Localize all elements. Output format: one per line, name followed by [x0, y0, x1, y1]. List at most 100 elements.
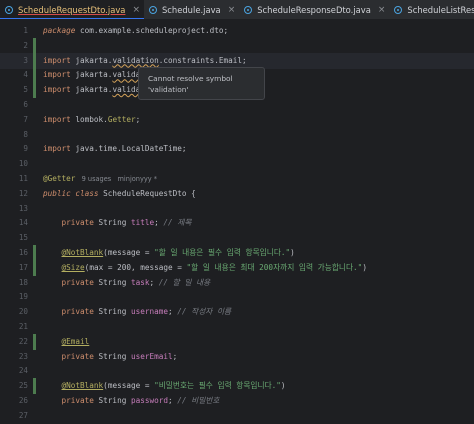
line-number: 20 — [18, 307, 28, 317]
line-number: 21 — [18, 322, 28, 331]
code-token: max — [89, 262, 104, 272]
code-line[interactable]: 25 @NotBlank(message = "비밀번호는 필수 입력 항목입니… — [0, 378, 474, 395]
line-number: 1 — [23, 26, 28, 35]
java-class-icon — [244, 5, 253, 14]
close-icon[interactable]: × — [378, 5, 386, 15]
vcs-change-marker[interactable] — [33, 378, 36, 395]
code-token: validation — [112, 55, 159, 65]
code-text: import jakarta.validat — [43, 82, 145, 98]
code-line[interactable]: 27 — [0, 408, 474, 424]
code-line[interactable]: 20 private String username; // 작성자 이름 — [0, 304, 474, 320]
code-text: package com.example.scheduleproject.dto; — [43, 23, 228, 39]
code-token: ScheduleRequestDto { — [98, 188, 196, 198]
code-token: = — [172, 262, 187, 272]
line-number: 14 — [18, 218, 28, 228]
code-line[interactable]: 10 — [0, 156, 474, 172]
editor-tab[interactable]: ScheduleRequestDto.java × — [0, 0, 144, 19]
code-text: public class ScheduleRequestDto { — [43, 186, 196, 202]
code-token: private — [61, 351, 94, 361]
code-token: private — [61, 277, 94, 287]
code-line[interactable]: 9 import java.time.LocalDateTime; — [0, 141, 474, 157]
tooltip-line-1: Cannot resolve symbol — [148, 74, 233, 83]
code-token: lombok. — [70, 114, 108, 124]
tooltip-line-2: 'validation' — [148, 85, 189, 94]
line-number: 16 — [18, 248, 28, 257]
code-line[interactable]: 14 private String title; // 제목 — [0, 215, 474, 231]
editor-tab[interactable]: ScheduleListResponseDto.java× — [389, 0, 474, 19]
code-token: String — [93, 351, 131, 361]
code-line[interactable]: 11 @Getter 9 usages minjonyyy * — [0, 171, 474, 187]
vcs-change-marker[interactable] — [33, 245, 36, 261]
line-number: 22 — [18, 336, 28, 346]
code-token: = — [140, 381, 155, 391]
code-token: title — [130, 218, 155, 228]
code-line[interactable]: 2 — [0, 37, 474, 54]
editor-tab[interactable]: Schedule.java × — [144, 0, 239, 19]
code-line[interactable]: 21 — [0, 319, 474, 335]
close-icon[interactable]: × — [228, 5, 236, 15]
code-token: // 할 일 내용 — [158, 277, 211, 287]
code-token: 9 usages minjonyyy * — [77, 175, 158, 183]
code-token: @NotBlank — [61, 248, 104, 257]
code-line[interactable]: 23 private String userEmail; — [0, 349, 474, 365]
code-token: password — [130, 396, 168, 405]
code-token: jakarta. — [70, 70, 113, 80]
code-line[interactable]: 18 private String task; // 할 일 내용 — [0, 275, 474, 291]
vcs-change-marker[interactable] — [33, 259, 36, 276]
code-token: String — [93, 218, 131, 228]
code-token: @NotBlank — [61, 381, 104, 391]
editor-tab-bar: ScheduleRequestDto.java × Schedule.java × Sc… — [0, 0, 474, 20]
line-number: 10 — [18, 159, 28, 169]
code-text: @Getter 9 usages minjonyyy * — [43, 171, 157, 187]
line-number: 5 — [23, 85, 28, 95]
code-token: Getter — [107, 114, 136, 124]
vcs-change-marker[interactable] — [33, 37, 36, 54]
code-line[interactable]: 22 @Email — [0, 333, 474, 350]
code-line[interactable]: 1 package com.example.scheduleproject.dto… — [0, 23, 474, 39]
line-number: 13 — [18, 203, 28, 213]
code-line[interactable]: 7 import lombok.Getter; — [0, 112, 474, 128]
code-token: message — [107, 248, 141, 257]
code-line[interactable]: 16 @NotBlank(message = "할 일 내용은 필수 입력 항목… — [0, 245, 474, 261]
code-token: userEmail — [130, 351, 173, 361]
code-line[interactable]: 17 @Size(max = 200, message = "할 일 내용은 최… — [0, 259, 474, 276]
code-line[interactable]: 12 public class ScheduleRequestDto { — [0, 186, 474, 202]
line-number: 25 — [18, 381, 28, 391]
editor-tab[interactable]: ScheduleResponseDto.java × — [239, 0, 389, 19]
code-line[interactable]: 8 — [0, 127, 474, 143]
code-text: @Size(max = 200, message = "할 일 내용은 최대 2… — [43, 260, 367, 276]
line-number: 6 — [23, 100, 28, 109]
line-number: 2 — [23, 40, 28, 50]
code-text: private String password; // 비밀번호 — [43, 393, 220, 409]
vcs-change-marker[interactable] — [33, 333, 36, 350]
code-line[interactable]: 26 private String password; // 비밀번호 — [0, 393, 474, 409]
code-token: ) — [280, 381, 286, 391]
code-token: @Getter — [43, 174, 76, 183]
code-token: ; — [154, 218, 164, 228]
code-token: import — [43, 70, 71, 80]
code-token: ; — [149, 277, 159, 287]
code-line[interactable]: 19 — [0, 289, 474, 305]
java-class-icon — [5, 5, 13, 14]
close-icon[interactable]: × — [132, 5, 140, 15]
code-token: java.time.LocalDateTime; — [70, 144, 187, 154]
vcs-change-marker[interactable] — [33, 67, 36, 84]
code-line[interactable]: 13 — [0, 201, 474, 217]
code-text: private String title; // 제목 — [43, 215, 192, 231]
code-token: task — [130, 277, 150, 287]
line-number: 19 — [18, 292, 28, 302]
line-number: 8 — [23, 129, 28, 139]
line-number: 7 — [23, 114, 28, 124]
code-line[interactable]: 15 — [0, 230, 474, 246]
code-token: @Size — [61, 262, 85, 272]
code-token: "할 일 내용은 필수 입력 항목입니다." — [154, 248, 291, 257]
code-token: import — [43, 55, 71, 65]
vcs-change-marker[interactable] — [33, 82, 36, 99]
vcs-change-marker[interactable] — [33, 52, 36, 69]
line-number: 24 — [18, 366, 28, 376]
code-line[interactable]: 24 — [0, 363, 474, 379]
